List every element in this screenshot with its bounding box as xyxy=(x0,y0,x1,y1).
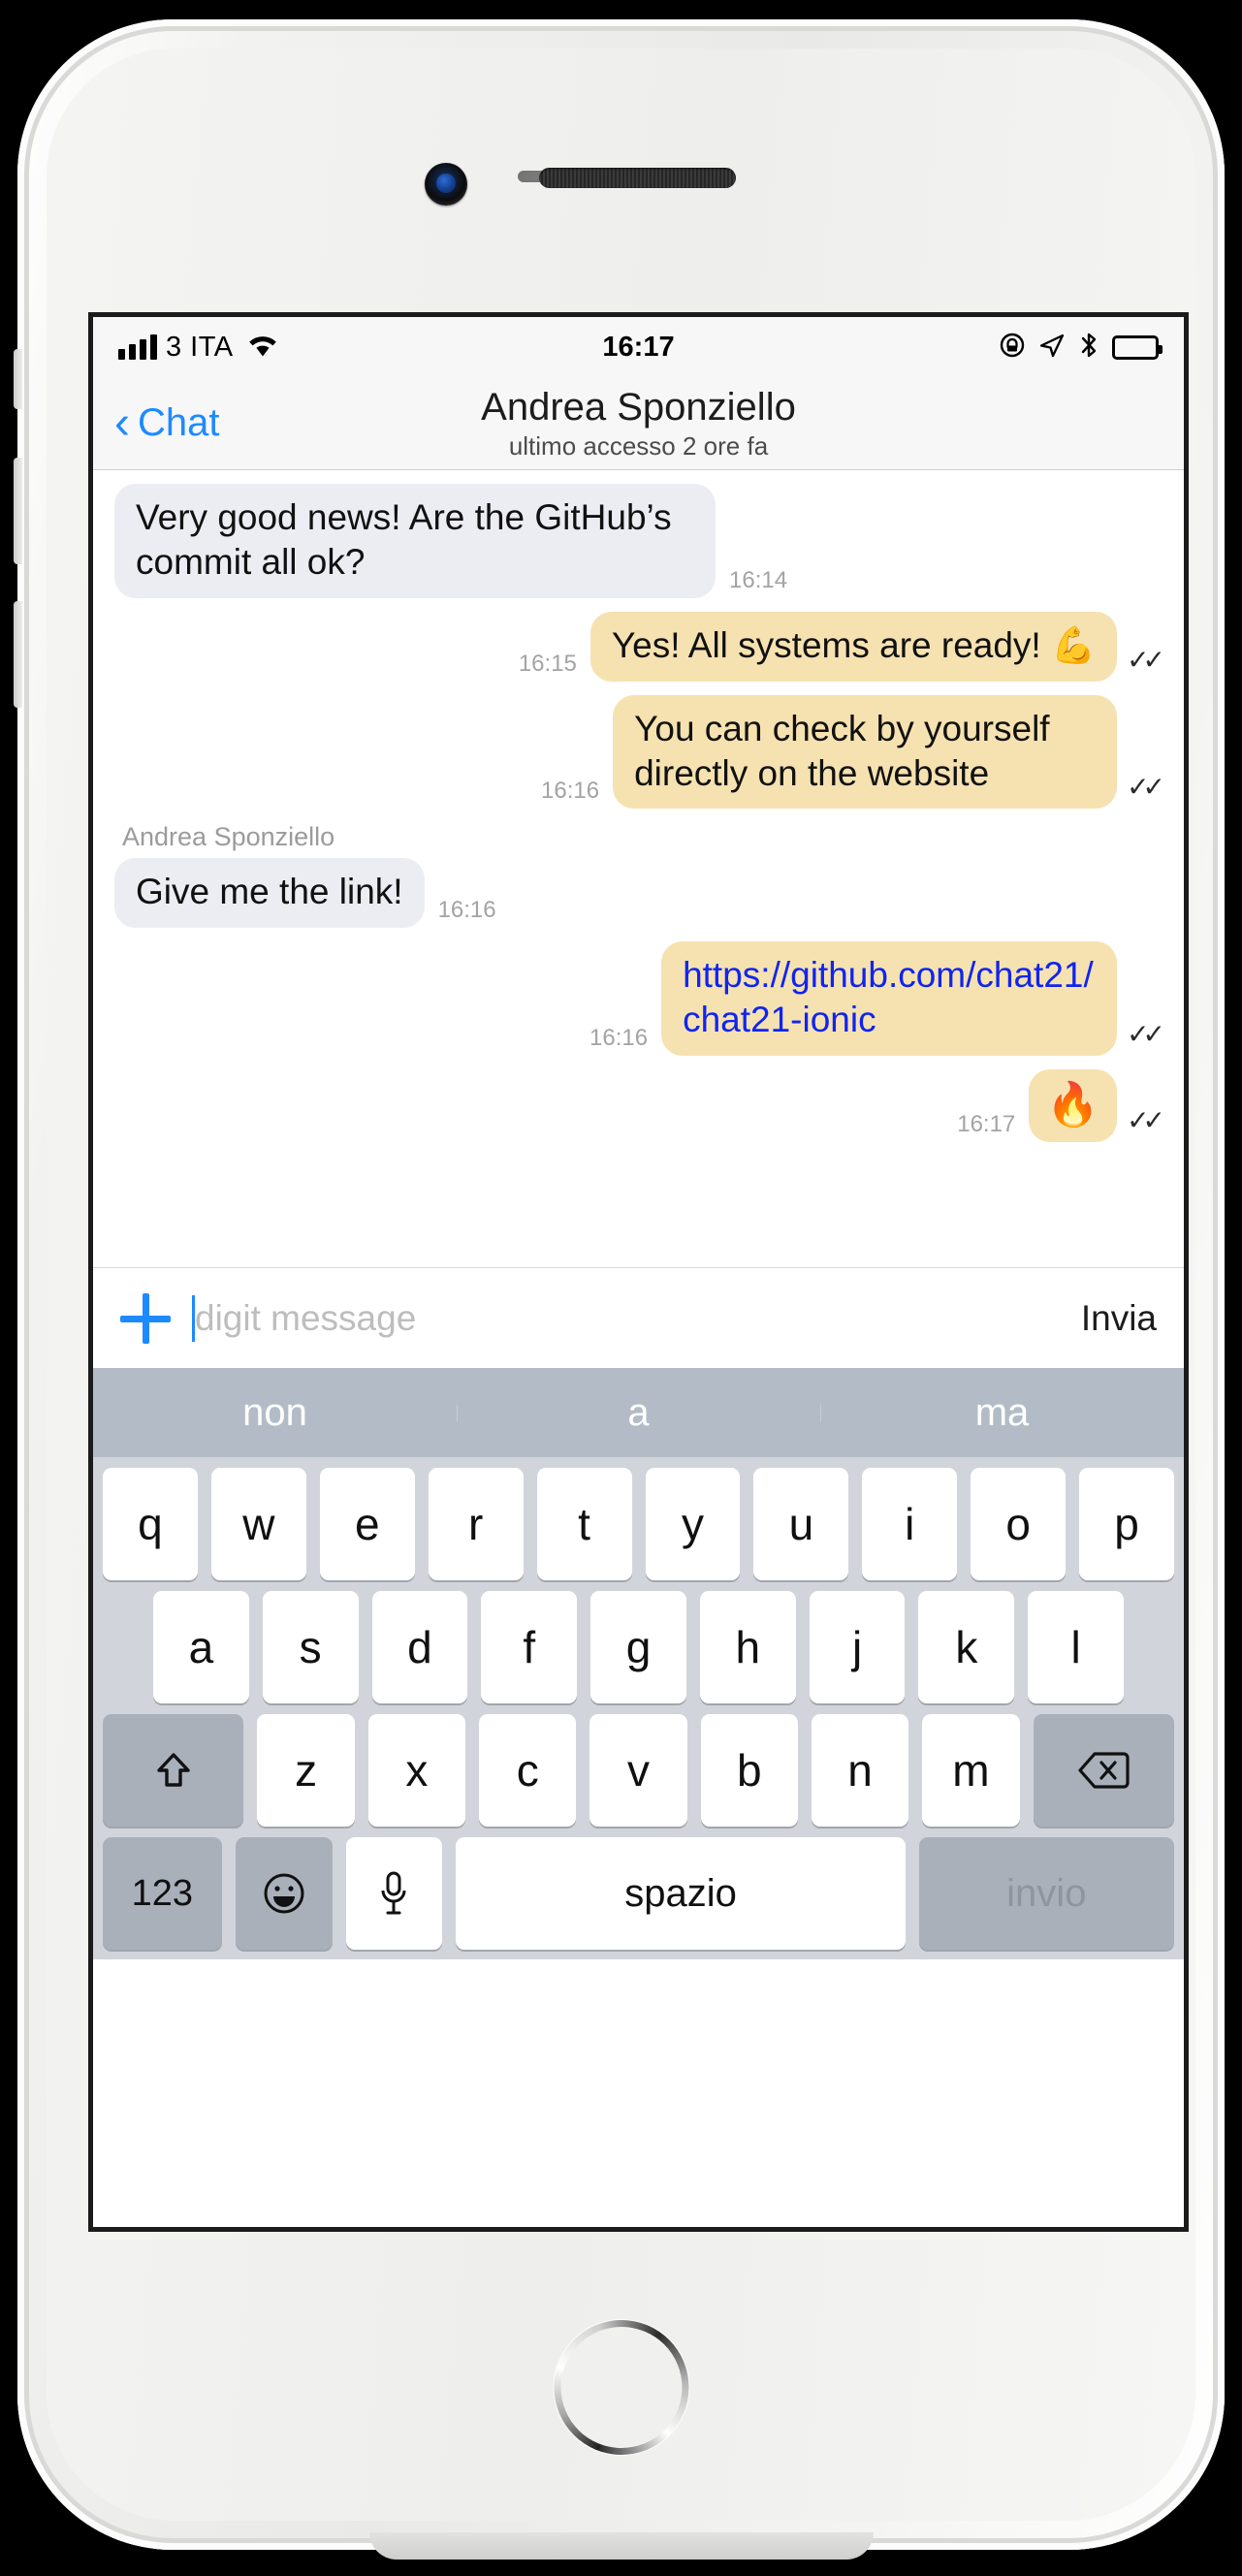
key-w[interactable]: w xyxy=(210,1468,306,1580)
page-title: Andrea Sponziello xyxy=(481,385,796,429)
key-k[interactable]: k xyxy=(918,1591,1015,1703)
chevron-left-icon: ‹ xyxy=(114,397,130,449)
keyboard-suggestion-bar: non a ma xyxy=(93,1368,1184,1457)
front-camera-icon xyxy=(425,163,467,206)
key-i[interactable]: i xyxy=(862,1468,958,1580)
status-bar: 3 ITA 16:17 xyxy=(93,317,1184,377)
back-button-label: Chat xyxy=(137,401,220,444)
key-e[interactable]: e xyxy=(319,1468,415,1580)
send-button[interactable]: Invia xyxy=(1081,1298,1157,1339)
enter-key[interactable]: invio xyxy=(918,1837,1174,1950)
silent-switch[interactable] xyxy=(14,349,22,409)
message-row: Very good news! Are the GitHub’s commit … xyxy=(114,484,1162,598)
keyboard-row-3: z x c v b n m xyxy=(93,1703,1184,1827)
suggestion-item[interactable]: a xyxy=(457,1391,820,1435)
key-z[interactable]: z xyxy=(257,1714,355,1827)
message-timestamp: 16:14 xyxy=(729,566,788,593)
message-input-field[interactable]: digit message xyxy=(192,1294,1060,1342)
key-g[interactable]: g xyxy=(590,1591,686,1703)
message-bubble[interactable]: Give me the link! xyxy=(114,858,425,929)
message-bubble[interactable]: Very good news! Are the GitHub’s commit … xyxy=(114,484,716,598)
message-list[interactable]: Very good news! Are the GitHub’s commit … xyxy=(93,470,1184,1267)
key-u[interactable]: u xyxy=(753,1468,849,1580)
phone-device-frame: 3 ITA 16:17 ‹ Chat Andrea Sponziello ult… xyxy=(14,19,1225,2560)
message-row: 16:15 Yes! All systems are ready! 💪 ✓✓ xyxy=(114,611,1165,682)
shift-arrow-icon[interactable] xyxy=(103,1714,244,1827)
message-group: Andrea Sponziello Give me the link! 16:1… xyxy=(114,822,1162,929)
message-bubble[interactable]: https://github.com/chat21/chat21-ionic xyxy=(661,941,1118,1056)
home-button[interactable] xyxy=(554,2320,688,2455)
message-row: 16:16 You can check by yourself directly… xyxy=(114,694,1165,810)
keyboard-row-1: q w e r t y u i o p xyxy=(93,1457,1184,1580)
microphone-icon[interactable] xyxy=(345,1837,443,1950)
message-link[interactable]: https://github.com/chat21/chat21-ionic xyxy=(683,955,1094,1039)
backspace-icon[interactable] xyxy=(1033,1714,1174,1827)
back-button[interactable]: ‹ Chat xyxy=(114,397,220,449)
suggestion-item[interactable]: ma xyxy=(820,1391,1184,1435)
key-h[interactable]: h xyxy=(699,1591,796,1703)
plus-icon[interactable] xyxy=(120,1292,171,1344)
volume-up-button[interactable] xyxy=(14,458,22,564)
status-bar-clock: 16:17 xyxy=(602,331,675,363)
key-s[interactable]: s xyxy=(262,1591,359,1703)
numeric-switch-key[interactable]: 123 xyxy=(103,1837,222,1950)
key-d[interactable]: d xyxy=(371,1591,468,1703)
virtual-keyboard: non a ma q w e r t y u i o p a s d f g h… xyxy=(93,1368,1184,1959)
key-b[interactable]: b xyxy=(700,1714,798,1827)
key-m[interactable]: m xyxy=(922,1714,1020,1827)
last-seen-status: ultimo accesso 2 ore fa xyxy=(508,430,769,461)
message-bubble[interactable]: Yes! All systems are ready! 💪 xyxy=(589,611,1118,682)
emoji-smiley-icon[interactable] xyxy=(235,1837,333,1950)
message-input-placeholder: digit message xyxy=(195,1297,417,1338)
message-sender-name: Andrea Sponziello xyxy=(122,822,335,852)
navigation-title-block: Andrea Sponziello ultimo accesso 2 ore f… xyxy=(93,386,1184,461)
key-j[interactable]: j xyxy=(809,1591,906,1703)
navigation-bar: ‹ Chat Andrea Sponziello ultimo accesso … xyxy=(93,377,1184,470)
message-timestamp: 16:16 xyxy=(541,778,600,805)
key-x[interactable]: x xyxy=(367,1714,466,1827)
battery-icon xyxy=(1112,334,1162,360)
volume-down-button[interactable] xyxy=(14,601,22,708)
keyboard-row-2: a s d f g h j k l xyxy=(93,1580,1184,1703)
message-bubble[interactable]: You can check by yourself directly on th… xyxy=(613,694,1118,810)
key-l[interactable]: l xyxy=(1028,1591,1125,1703)
key-n[interactable]: n xyxy=(811,1714,909,1827)
message-timestamp: 16:16 xyxy=(437,897,496,924)
message-status-checks: ✓✓ xyxy=(1127,1104,1165,1135)
key-t[interactable]: t xyxy=(536,1468,632,1580)
key-r[interactable]: r xyxy=(428,1468,524,1580)
keyboard-row-4: 123 spazio invio xyxy=(93,1827,1184,1950)
earpiece-speaker-icon xyxy=(539,168,736,188)
message-timestamp: 16:15 xyxy=(518,650,577,677)
message-timestamp: 16:17 xyxy=(957,1110,1016,1137)
message-row: 16:16 https://github.com/chat21/chat21-i… xyxy=(114,941,1165,1056)
key-p[interactable]: p xyxy=(1079,1468,1175,1580)
key-o[interactable]: o xyxy=(971,1468,1067,1580)
message-timestamp: 16:16 xyxy=(589,1025,649,1051)
message-row: 16:17 🔥 ✓✓ xyxy=(114,1069,1165,1142)
message-status-checks: ✓✓ xyxy=(1127,1019,1165,1049)
phone-bottom-edge xyxy=(368,2532,874,2560)
key-f[interactable]: f xyxy=(481,1591,578,1703)
key-y[interactable]: y xyxy=(645,1468,741,1580)
phone-screen: 3 ITA 16:17 ‹ Chat Andrea Sponziello ult… xyxy=(88,312,1189,2232)
message-bubble[interactable]: 🔥 xyxy=(1029,1069,1118,1142)
message-row: Give me the link! 16:16 xyxy=(114,858,1162,929)
message-status-checks: ✓✓ xyxy=(1127,644,1165,675)
message-status-checks: ✓✓ xyxy=(1127,772,1165,803)
space-key[interactable]: spazio xyxy=(456,1837,906,1950)
key-c[interactable]: c xyxy=(479,1714,577,1827)
message-input-bar: digit message Invia xyxy=(93,1267,1184,1368)
key-a[interactable]: a xyxy=(152,1591,249,1703)
key-v[interactable]: v xyxy=(589,1714,687,1827)
suggestion-item[interactable]: non xyxy=(93,1391,457,1435)
key-q[interactable]: q xyxy=(102,1468,198,1580)
